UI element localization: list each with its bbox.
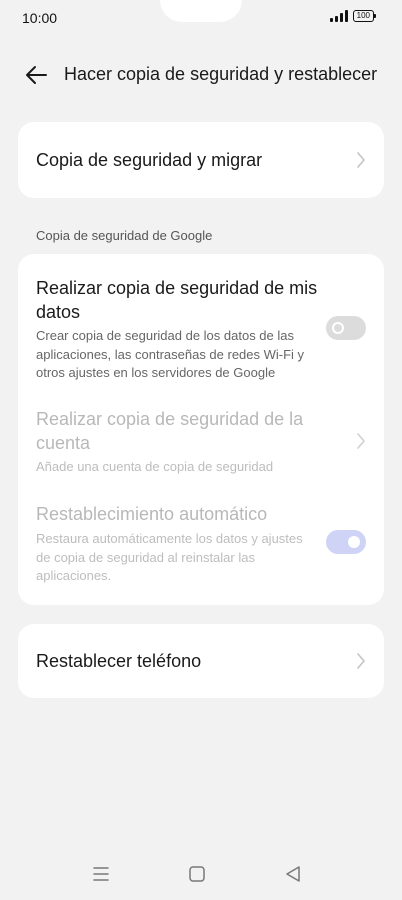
system-nav-bar bbox=[0, 862, 402, 886]
page-title: Hacer copia de seguridad y restablecer bbox=[64, 64, 378, 84]
battery-icon: 100 bbox=[352, 10, 377, 22]
reset-phone-item[interactable]: Restablecer teléfono bbox=[18, 624, 384, 698]
auto-restore-toggle[interactable] bbox=[326, 530, 366, 554]
page-header: Hacer copia de seguridad y restablecer bbox=[0, 58, 402, 92]
status-time: 10:00 bbox=[22, 10, 58, 26]
menu-icon[interactable] bbox=[89, 862, 113, 886]
reset-phone-label: Restablecer teléfono bbox=[36, 651, 202, 671]
toggle-knob bbox=[348, 536, 360, 548]
home-square-icon[interactable] bbox=[185, 862, 209, 886]
status-bar: 10:00 100 bbox=[0, 0, 402, 36]
chevron-right-icon bbox=[357, 433, 365, 449]
backup-account-description: Añade una cuenta de copia de seguridad bbox=[36, 459, 274, 474]
backup-account-title: Realizar copia de seguridad de la cuenta bbox=[36, 409, 304, 453]
auto-restore-description: Restaura automáticamente los datos y aju… bbox=[36, 531, 303, 583]
back-triangle-icon[interactable] bbox=[281, 862, 305, 886]
camera-notch bbox=[160, 0, 242, 22]
google-backup-card: Realizar copia de seguridad de mis datos… bbox=[18, 254, 384, 605]
chevron-right-icon bbox=[357, 152, 365, 168]
screen: 10:00 100 Hacer copia de seguridad y res… bbox=[0, 0, 402, 900]
backup-migrate-item[interactable]: Copia de seguridad y migrar bbox=[18, 122, 384, 198]
auto-restore-title: Restablecimiento automático bbox=[36, 504, 268, 524]
status-icons: 100 bbox=[329, 10, 377, 22]
backup-my-data-description: Crear copia de seguridad de los datos de… bbox=[36, 328, 305, 380]
backup-my-data-toggle[interactable] bbox=[326, 316, 366, 340]
toggle-knob bbox=[332, 322, 344, 334]
signal-icon bbox=[329, 10, 348, 22]
section-label-google-backup: Copia de seguridad de Google bbox=[36, 228, 213, 243]
chevron-right-icon bbox=[357, 653, 365, 669]
arrow-left-icon[interactable] bbox=[24, 64, 48, 86]
backup-my-data-title: Realizar copia de seguridad de mis datos bbox=[36, 278, 318, 322]
backup-migrate-label: Copia de seguridad y migrar bbox=[36, 150, 263, 170]
